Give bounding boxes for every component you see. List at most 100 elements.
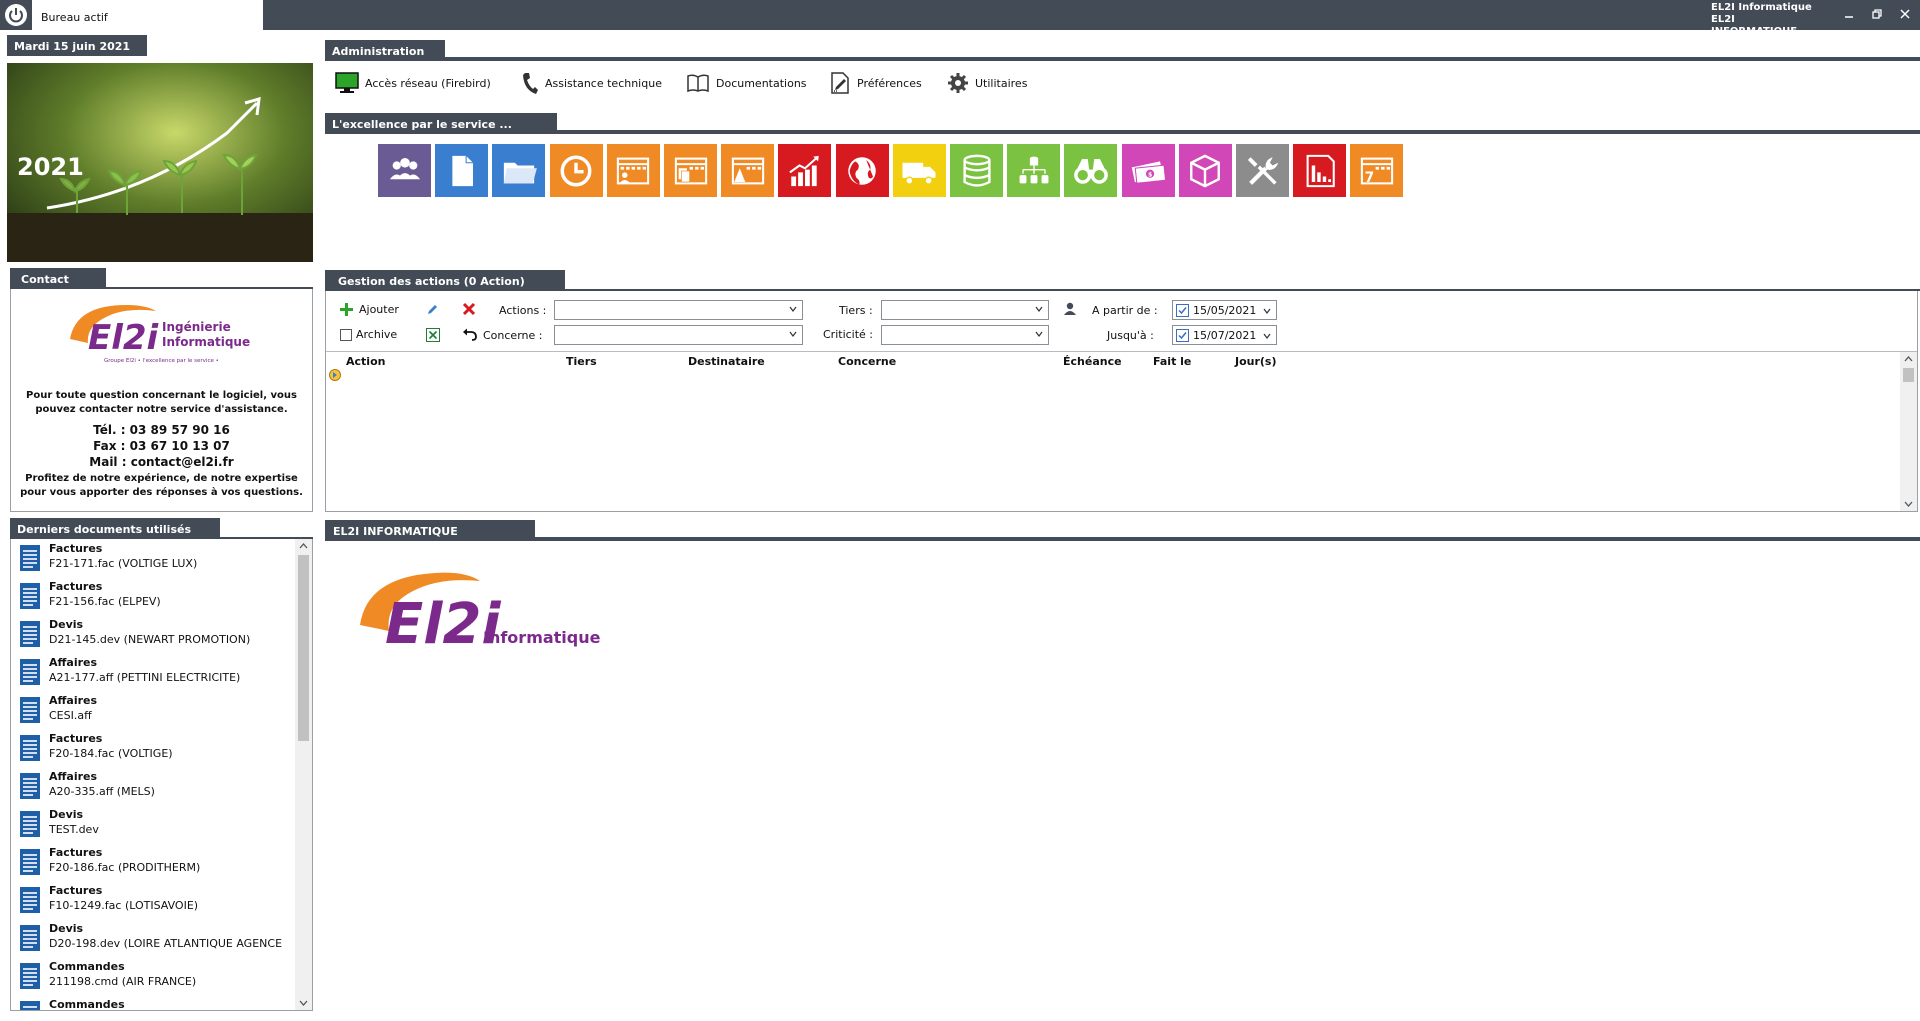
recent-doc-item[interactable]: Affaires A20-335.aff (MELS) — [11, 767, 297, 805]
recent-doc-type: Affaires — [49, 656, 98, 669]
calendar-seven-icon: 7 — [1360, 157, 1394, 186]
excellence-header: L'excellence par le service ... — [325, 113, 1920, 134]
chevron-down-icon — [789, 331, 797, 337]
module-tile-document[interactable] — [435, 144, 489, 197]
to-date-checkbox[interactable] — [1176, 329, 1189, 342]
scroll-down-icon[interactable] — [299, 1000, 308, 1006]
el2i-ingenierie-logo: El2i Ingénierie Informatique Groupe El2i… — [70, 305, 250, 364]
from-date-checkbox[interactable] — [1176, 304, 1189, 317]
module-tile-money[interactable]: $ — [1121, 144, 1175, 197]
banner-graphic: 2021 — [7, 63, 313, 262]
delete-x-icon[interactable] — [462, 302, 476, 316]
recent-docs-scroll-thumb[interactable] — [298, 555, 309, 741]
module-tile-database[interactable] — [950, 144, 1003, 197]
recent-doc-type: Commandes — [49, 998, 125, 1011]
contact-mail[interactable]: Mail : contact@el2i.fr — [11, 454, 312, 470]
tiers-filter-label: Tiers : — [839, 304, 873, 317]
module-tile-calendar-cone[interactable] — [721, 144, 775, 197]
module-tile-calendar-seven[interactable]: 7 — [1350, 144, 1404, 197]
recent-doc-item[interactable]: Affaires CESI.aff — [11, 691, 297, 729]
module-tile-truck[interactable] — [892, 144, 946, 197]
preferences-icon — [831, 72, 849, 94]
recent-doc-item[interactable]: Commandes — [11, 995, 297, 1011]
recent-doc-item[interactable]: Devis D20-198.dev (LOIRE ATLANTIQUE AGENC… — [11, 919, 297, 957]
tab-bureau-actif[interactable]: Bureau actif — [32, 0, 263, 30]
recent-doc-item[interactable]: Factures F21-156.fac (ELPEV) — [11, 577, 297, 615]
module-tile-contacts[interactable] — [378, 144, 431, 197]
recent-doc-type: Affaires — [49, 694, 98, 707]
module-tile-report-chart[interactable] — [1293, 144, 1347, 197]
recent-doc-name: TEST.dev — [49, 823, 99, 836]
actions-grid-scrollbar[interactable] — [1900, 352, 1917, 511]
excel-export-icon[interactable] — [426, 328, 440, 342]
svg-text:Groupe El2i • l'excellence par: Groupe El2i • l'excellence par le servic… — [104, 358, 219, 364]
window-controls — [1822, 6, 1920, 26]
admin-item-documentations[interactable]: Documentations — [686, 68, 807, 98]
module-tile-tools[interactable] — [1236, 144, 1289, 197]
module-tile-calendar-documents[interactable] — [664, 144, 717, 197]
recent-doc-item[interactable]: Factures F20-186.fac (PRODITHERM) — [11, 843, 297, 881]
admin-item-preferences[interactable]: Préférences — [829, 68, 922, 98]
to-date-picker[interactable]: 15/07/2021 — [1172, 325, 1277, 345]
contact-tel: Tél. : 03 89 57 90 16 — [93, 423, 230, 437]
tiers-filter-select[interactable] — [881, 300, 1049, 320]
module-tile-globe[interactable] — [835, 144, 889, 197]
admin-item-label: Accès réseau (Firebird) — [365, 76, 491, 90]
module-tile-chart-growth[interactable] — [778, 144, 832, 197]
globe-icon — [848, 156, 876, 185]
archive-checkbox-box[interactable] — [340, 328, 352, 341]
concerne-filter-select[interactable] — [554, 325, 803, 345]
from-date-picker[interactable]: 15/05/2021 — [1172, 300, 1277, 320]
module-tile-clock[interactable] — [549, 144, 603, 197]
plus-icon — [340, 303, 353, 316]
restore-button[interactable] — [1868, 6, 1886, 24]
recent-doc-type: Affaires — [49, 770, 98, 783]
report-chart-icon — [1306, 154, 1335, 187]
actions-filter-select[interactable] — [554, 300, 803, 320]
recent-doc-type: Factures — [49, 580, 103, 593]
recent-doc-item[interactable]: Factures F10-1249.fac (LOTISAVOIE) — [11, 881, 297, 919]
chevron-down-icon — [1035, 306, 1043, 312]
recent-doc-item[interactable]: Factures F21-171.fac (VOLTIGE LUX) — [11, 539, 297, 577]
recent-doc-name: F21-156.fac (ELPEV) — [49, 595, 161, 608]
recent-doc-item[interactable]: Devis TEST.dev — [11, 805, 297, 843]
module-tile-folder[interactable] — [492, 144, 546, 197]
actions-grid-scroll-thumb[interactable] — [1903, 368, 1914, 382]
recent-doc-item[interactable]: Devis D21-145.dev (NEWART PROMOTION) — [11, 615, 297, 653]
criticite-filter-select[interactable] — [881, 325, 1049, 345]
module-tile-calendar-person[interactable] — [606, 144, 660, 197]
column-header-fait-le[interactable]: Fait le — [1153, 355, 1191, 368]
column-header-concerne[interactable]: Concerne — [838, 355, 896, 368]
admin-item-assistance[interactable]: Assistance technique — [521, 68, 662, 98]
add-action-button[interactable]: Ajouter — [340, 303, 399, 316]
column-header-destinataire[interactable]: Destinataire — [688, 355, 765, 368]
scroll-up-icon[interactable] — [1904, 356, 1913, 362]
column-header-echeance[interactable]: Échéance — [1063, 355, 1122, 368]
module-tile-package[interactable] — [1178, 144, 1232, 197]
edit-pencil-icon[interactable] — [426, 303, 439, 316]
close-button[interactable] — [1896, 6, 1914, 24]
scroll-up-icon[interactable] — [299, 543, 308, 549]
recent-doc-name: 211198.cmd (AIR FRANCE) — [49, 975, 197, 988]
undo-icon[interactable] — [462, 328, 477, 341]
top-bar: Bureau actif EL2I Informatique EL2I INFO… — [0, 0, 1920, 37]
column-header-action[interactable]: Action — [346, 355, 385, 368]
power-button[interactable] — [4, 3, 28, 27]
column-header-jours[interactable]: Jour(s) — [1235, 355, 1277, 368]
archive-checkbox[interactable]: Archive — [340, 328, 397, 341]
column-header-tiers[interactable]: Tiers — [566, 355, 597, 368]
document-lines-icon — [20, 697, 40, 723]
admin-item-acces-reseau[interactable]: Accès réseau (Firebird) — [335, 68, 491, 98]
recent-doc-item[interactable]: Commandes 211198.cmd (AIR FRANCE) — [11, 957, 297, 995]
module-tile-network-database[interactable] — [1007, 144, 1061, 197]
admin-item-utilitaires[interactable]: Utilitaires — [947, 68, 1027, 98]
monitor-icon — [335, 72, 359, 93]
recent-doc-item[interactable]: Factures F20-184.fac (VOLTIGE) — [11, 729, 297, 767]
recent-docs-scrollbar[interactable] — [295, 539, 312, 1010]
recent-doc-item[interactable]: Affaires A21-177.aff (PETTINI ELECTRICITE… — [11, 653, 297, 691]
module-tile-binoculars[interactable] — [1064, 144, 1118, 197]
scroll-down-icon[interactable] — [1904, 501, 1913, 507]
recent-doc-type: Devis — [49, 618, 84, 631]
recent-docs-header: Derniers documents utilisés — [10, 518, 313, 539]
minimize-button[interactable] — [1840, 6, 1858, 24]
